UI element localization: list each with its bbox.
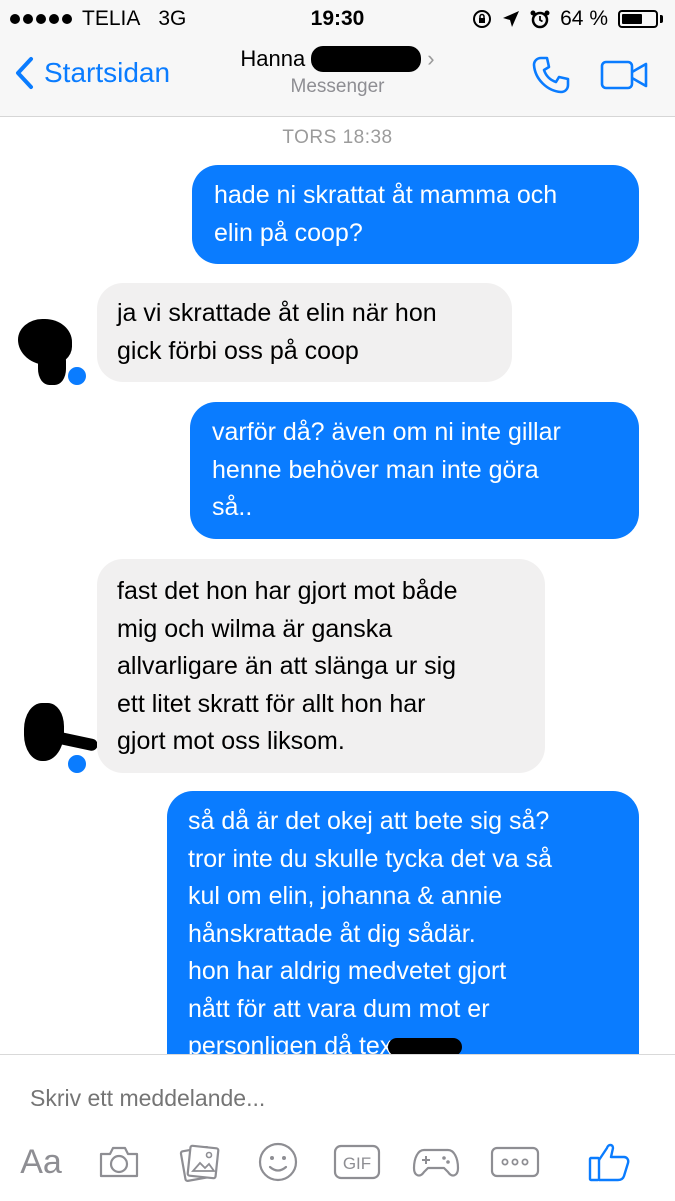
emoji-icon <box>258 1142 298 1182</box>
gif-icon: GIF <box>333 1144 381 1180</box>
conversation-header: Startsidan Hanna › Messenger <box>0 38 675 117</box>
contact-subtitle: Messenger <box>290 76 385 97</box>
games-button[interactable] <box>412 1139 460 1185</box>
composer-toolbar: Aa GIF <box>0 1139 675 1189</box>
call-button[interactable] <box>530 54 572 101</box>
read-receipt-icon <box>66 365 88 387</box>
chevron-right-icon: › <box>427 46 435 71</box>
message-bubble-outgoing[interactable]: så då är det okej att bete sig så? tror … <box>167 791 639 1054</box>
composer: Aa GIF <box>0 1054 675 1201</box>
phone-icon <box>532 56 570 94</box>
like-button[interactable] <box>586 1139 632 1185</box>
camera-button[interactable] <box>96 1139 142 1185</box>
contact-name: Hanna <box>240 46 306 71</box>
message-bubble-incoming[interactable]: fast det hon har gjort mot både mig och … <box>97 559 545 773</box>
battery-cap <box>660 15 663 23</box>
message-bubble-incoming[interactable]: ja vi skrattade åt elin när hon gick för… <box>97 283 512 382</box>
more-icon <box>490 1146 540 1178</box>
redaction-mark <box>388 1038 462 1054</box>
timestamp-divider: TORS 18:38 <box>282 127 393 148</box>
battery-icon <box>618 10 658 28</box>
camera-icon <box>99 1146 139 1178</box>
message-thread[interactable]: TORS 18:38 hade ni skrattat åt mamma och… <box>0 117 675 1054</box>
emoji-button[interactable] <box>255 1139 301 1185</box>
gallery-button[interactable] <box>177 1139 223 1185</box>
message-bubble-outgoing[interactable]: varför då? även om ni inte gillar henne … <box>190 402 639 539</box>
read-receipt-icon <box>66 753 88 775</box>
orientation-lock-icon <box>473 10 492 28</box>
gallery-icon <box>179 1144 220 1182</box>
video-call-button[interactable] <box>600 60 648 95</box>
location-icon <box>503 11 520 27</box>
gif-label: GIF <box>343 1154 371 1173</box>
video-camera-icon <box>600 60 648 90</box>
more-button[interactable] <box>490 1139 540 1185</box>
contact-avatar[interactable] <box>20 697 99 775</box>
gif-button[interactable]: GIF <box>333 1139 381 1185</box>
message-input[interactable] <box>30 1081 630 1115</box>
alarm-icon <box>530 10 550 29</box>
contact-avatar[interactable] <box>16 315 88 387</box>
redaction-mark <box>311 46 422 72</box>
thumbs-up-icon <box>588 1143 630 1182</box>
contact-title[interactable]: Hanna › Messenger <box>0 46 675 98</box>
text-format-label: Aa <box>20 1142 62 1181</box>
battery-fill <box>622 14 642 24</box>
game-controller-icon <box>412 1148 460 1177</box>
message-bubble-outgoing[interactable]: hade ni skrattat åt mamma och elin på co… <box>192 165 639 264</box>
status-bar: TELIA 3G 19:30 64 % <box>0 0 675 38</box>
text-format-button[interactable]: Aa <box>14 1139 68 1185</box>
battery-percent: 64 % <box>560 7 608 30</box>
